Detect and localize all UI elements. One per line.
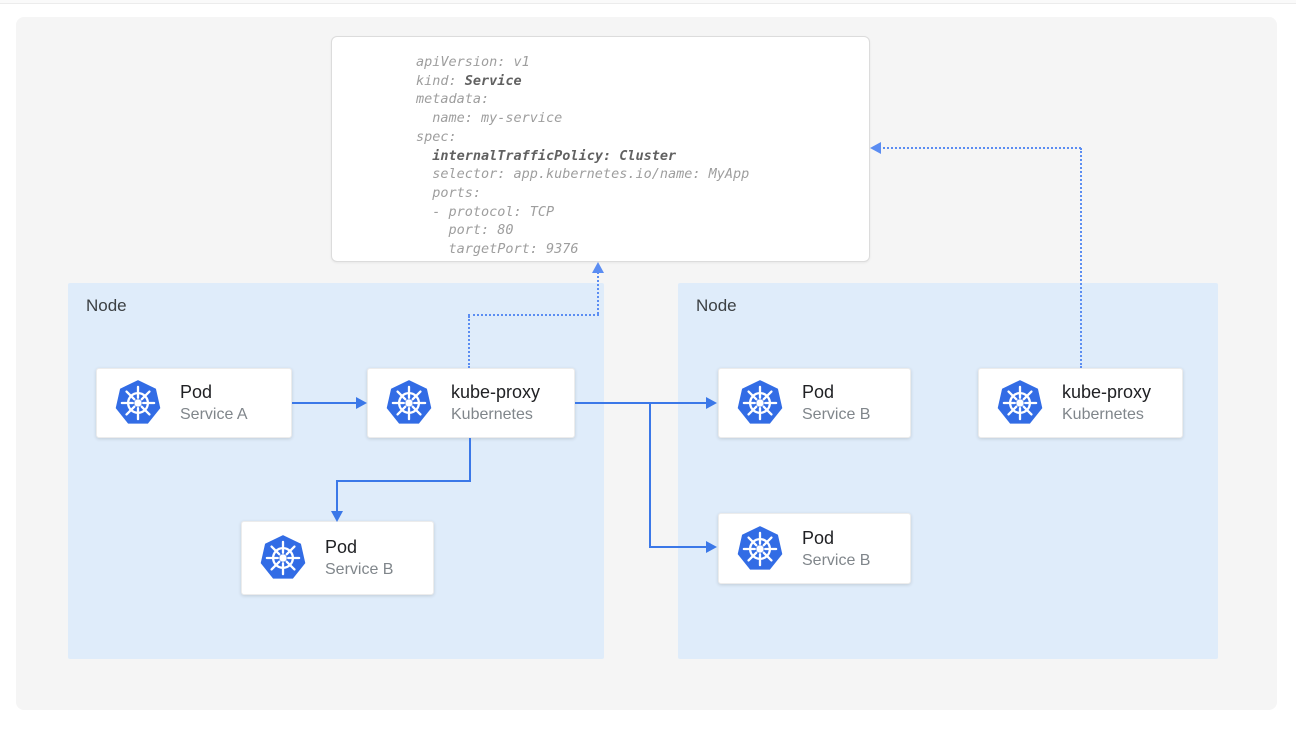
node-box-right: Node	[678, 283, 1218, 659]
pod-service-b-card-right-top[interactable]: Pod Service B	[718, 368, 911, 438]
card-title: Pod	[802, 527, 870, 550]
yaml-line: spec:	[416, 128, 869, 147]
arrowhead-down-icon	[331, 511, 343, 522]
card-subtitle: Service B	[802, 404, 870, 425]
yaml-line: port: 80	[416, 221, 869, 240]
arrow-podA-to-kubeproxy	[292, 402, 357, 404]
yaml-line: selector: app.kubernetes.io/name: MyApp	[416, 165, 869, 184]
kubernetes-logo-icon	[735, 524, 785, 574]
dotted-to-yaml-bottom-v	[597, 272, 599, 314]
arrowhead-up-icon	[592, 262, 604, 273]
card-subtitle: Kubernetes	[451, 404, 540, 425]
card-title: Pod	[802, 381, 870, 404]
yaml-line: metadata:	[416, 90, 869, 109]
arrowhead-right-icon	[706, 397, 717, 409]
top-divider	[0, 0, 1296, 4]
yaml-line: apiVersion: v1	[416, 53, 869, 72]
dotted-kubeproxy-left-h	[468, 314, 599, 316]
card-subtitle: Kubernetes	[1062, 404, 1151, 425]
arrow-kubeproxy-to-podB-left-h	[336, 480, 471, 482]
yaml-line: targetPort: 9376	[416, 240, 869, 259]
card-title: Pod	[325, 536, 393, 559]
node-box-left: Node	[68, 283, 604, 659]
card-subtitle: Service B	[802, 550, 870, 571]
node-label: Node	[86, 296, 127, 316]
dotted-kubeproxy-left-v	[468, 316, 470, 368]
yaml-line: ports:	[416, 184, 869, 203]
card-title: kube-proxy	[1062, 381, 1151, 404]
dotted-kubeproxy-right-h	[876, 147, 1081, 149]
arrow-branch-down	[649, 402, 651, 548]
yaml-line: name: my-service	[416, 109, 869, 128]
card-subtitle: Service B	[325, 559, 393, 580]
card-title: kube-proxy	[451, 381, 540, 404]
kubernetes-logo-icon	[113, 378, 163, 428]
service-yaml-card: apiVersion: v1kind: Servicemetadata: nam…	[331, 36, 870, 262]
arrow-branch-to-podB-bottom	[649, 546, 707, 548]
arrow-kubeproxy-to-right-node-h	[575, 402, 707, 404]
yaml-line: internalTrafficPolicy: Cluster	[416, 147, 869, 166]
yaml-line: - protocol: TCP	[416, 203, 869, 222]
kubernetes-logo-icon	[995, 378, 1045, 428]
card-subtitle: Service A	[180, 404, 248, 425]
diagram-canvas: apiVersion: v1kind: Servicemetadata: nam…	[0, 0, 1296, 729]
pod-service-b-card-left[interactable]: Pod Service B	[241, 521, 434, 595]
kube-proxy-card-left[interactable]: kube-proxy Kubernetes	[367, 368, 575, 438]
arrow-kubeproxy-to-podB-left-v2	[336, 480, 338, 512]
yaml-code: apiVersion: v1kind: Servicemetadata: nam…	[416, 53, 869, 259]
kubernetes-logo-icon	[384, 378, 434, 428]
dotted-kubeproxy-right-v	[1080, 148, 1082, 368]
node-label: Node	[696, 296, 737, 316]
kubernetes-logo-icon	[258, 533, 308, 583]
pod-service-b-card-right-bottom[interactable]: Pod Service B	[718, 513, 911, 584]
arrowhead-right-icon	[706, 541, 717, 553]
arrow-kubeproxy-to-podB-left-v1	[469, 438, 471, 482]
kubernetes-logo-icon	[735, 378, 785, 428]
card-title: Pod	[180, 381, 248, 404]
arrowhead-right-icon	[356, 397, 367, 409]
kube-proxy-card-right[interactable]: kube-proxy Kubernetes	[978, 368, 1183, 438]
arrowhead-left-icon	[870, 142, 881, 154]
pod-service-a-card[interactable]: Pod Service A	[96, 368, 292, 438]
yaml-line: kind: Service	[416, 72, 869, 91]
